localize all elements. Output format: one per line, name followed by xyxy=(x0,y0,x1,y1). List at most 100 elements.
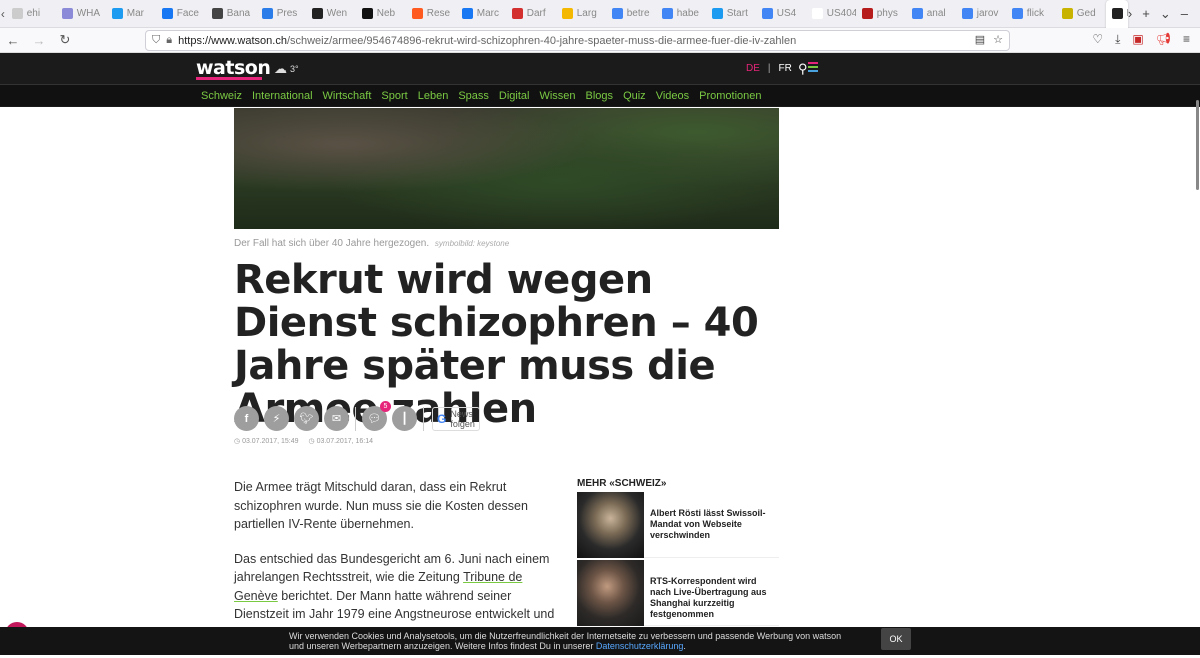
browser-tab[interactable]: phys xyxy=(856,0,906,28)
weather-widget[interactable]: ☁ 3° xyxy=(274,61,299,77)
messenger-icon: ⚡︎ xyxy=(272,413,281,425)
browser-tab[interactable]: Darf xyxy=(506,0,556,28)
browser-tab[interactable]: Ged xyxy=(1056,0,1106,28)
tab-favicon-icon xyxy=(361,8,373,19)
browser-tab[interactable]: Marc xyxy=(456,0,506,28)
related-article[interactable]: RTS-Korrespondent wird nach Live-Übertra… xyxy=(577,560,779,626)
lang-separator: | xyxy=(767,63,771,74)
tab-favicon-icon xyxy=(711,8,723,19)
browser-tab[interactable]: Neb xyxy=(356,0,406,28)
nav-item-quiz[interactable]: Quiz xyxy=(623,90,646,102)
browser-tab[interactable]: anal xyxy=(906,0,956,28)
tab-favicon-icon xyxy=(1011,8,1023,19)
browser-tab[interactable]: US404 xyxy=(806,0,856,28)
megaphone-icon[interactable]: 📢︎ xyxy=(1156,32,1171,47)
google-news-follow-button[interactable]: G News folgen xyxy=(432,406,480,431)
tab-label: Neb xyxy=(376,8,396,19)
tab-favicon-icon xyxy=(261,8,273,19)
tab-scroll-right-icon[interactable]: › xyxy=(1128,6,1132,22)
nav-item-promotionen[interactable]: Promotionen xyxy=(699,90,761,102)
tab-favicon-icon xyxy=(61,8,73,19)
messenger-share-button[interactable]: ⚡︎ xyxy=(264,406,289,431)
privacy-policy-link[interactable]: Datenschutzerklärung xyxy=(596,641,684,651)
browser-tab[interactable]: Larg xyxy=(556,0,606,28)
nav-item-videos[interactable]: Videos xyxy=(656,90,689,102)
shield-icon[interactable]: ⛉ xyxy=(152,34,160,47)
browser-tab[interactable]: Bana xyxy=(206,0,256,28)
twitter-share-button[interactable]: 🐦︎ xyxy=(294,406,319,431)
nav-item-sport[interactable]: Sport xyxy=(381,90,407,102)
forward-icon[interactable]: → xyxy=(26,33,52,48)
download-icon[interactable]: ⤓ xyxy=(1115,32,1120,47)
lang-de[interactable]: DE xyxy=(746,63,760,74)
tab-label: WHA xyxy=(76,8,101,19)
reader-view-icon[interactable]: ▤ xyxy=(975,33,985,46)
url-bar[interactable]: ⛉ 🔒︎ https://www.watson.ch/schweiz/armee… xyxy=(145,30,1010,51)
cookie-ok-button[interactable]: OK xyxy=(881,628,911,650)
tab-favicon-icon xyxy=(811,8,823,19)
page-scrollbar[interactable] xyxy=(1196,100,1199,190)
comment-count-badge: 5 xyxy=(380,401,391,412)
pocket-icon[interactable]: ♡ xyxy=(1092,32,1103,47)
tab-label: Pres xyxy=(276,8,298,19)
browser-tab[interactable]: ehi xyxy=(6,0,56,28)
browser-tab[interactable]: Face xyxy=(156,0,206,28)
nav-item-leben[interactable]: Leben xyxy=(418,90,449,102)
related-title[interactable]: RTS-Korrespondent wird nach Live-Übertra… xyxy=(650,560,779,625)
menu-icon[interactable]: ≡ xyxy=(1183,32,1190,47)
nav-item-wissen[interactable]: Wissen xyxy=(539,90,575,102)
browser-tab[interactable]: Pres xyxy=(256,0,306,28)
tab-favicon-icon xyxy=(311,8,323,19)
nav-item-schweiz[interactable]: Schweiz xyxy=(201,90,242,102)
caption-text: Der Fall hat sich über 40 Jahre hergezog… xyxy=(234,238,430,249)
watson-logo[interactable]: watson xyxy=(196,57,271,79)
browser-tab[interactable]: Start xyxy=(706,0,756,28)
facebook-share-button[interactable]: f xyxy=(234,406,259,431)
nav-item-digital[interactable]: Digital xyxy=(499,90,530,102)
tab-label: Mar xyxy=(126,8,144,19)
hamburger-menu-icon[interactable] xyxy=(808,62,818,74)
lang-fr[interactable]: FR xyxy=(779,63,792,74)
share-bar: f ⚡︎ 🐦︎ ✉ 💬︎ 5 ┃ G News folgen xyxy=(234,401,480,431)
comments-button[interactable]: 💬︎ 5 xyxy=(362,401,391,431)
back-icon[interactable]: ← xyxy=(0,33,26,48)
nav-item-spass[interactable]: Spass xyxy=(458,90,489,102)
browser-tab[interactable]: habe xyxy=(656,0,706,28)
browser-tab[interactable]: Mar xyxy=(106,0,156,28)
tab-label: Larg xyxy=(576,8,597,19)
nav-item-international[interactable]: International xyxy=(252,90,313,102)
related-thumbnail[interactable] xyxy=(577,492,644,558)
category-nav: Schweiz International Wirtschaft Sport Leben… xyxy=(0,84,1200,106)
browser-tab[interactable]: flick xyxy=(1006,0,1056,28)
search-icon[interactable]: ⚲ xyxy=(798,61,808,77)
more-button[interactable]: ┃ xyxy=(392,406,417,431)
related-article[interactable]: Albert Rösti lässt Swissoil-Mandat von W… xyxy=(577,492,779,558)
related-title[interactable]: Albert Rösti lässt Swissoil-Mandat von W… xyxy=(650,492,779,557)
browser-tab[interactable]: WHA xyxy=(56,0,106,28)
share-divider-2 xyxy=(423,406,424,431)
reload-icon[interactable]: ↻ xyxy=(52,32,78,48)
new-tab-icon[interactable]: + xyxy=(1142,6,1150,22)
browser-tab[interactable]: Wen xyxy=(306,0,356,28)
cloud-icon: ☁ xyxy=(274,61,287,76)
browser-tab[interactable]: betre xyxy=(606,0,656,28)
tab-label: US4 xyxy=(776,8,797,19)
lock-icon[interactable]: 🔒︎ xyxy=(166,34,172,47)
minimize-icon[interactable]: – xyxy=(1181,6,1188,22)
nav-item-wirtschaft[interactable]: Wirtschaft xyxy=(323,90,372,102)
tab-favicon-icon xyxy=(961,8,973,19)
related-thumbnail[interactable] xyxy=(577,560,644,626)
cookie-period: . xyxy=(683,641,686,651)
tab-active[interactable]: Re × xyxy=(1105,0,1128,28)
browser-tab[interactable]: Rese xyxy=(406,0,456,28)
tab-favicon-icon xyxy=(11,8,23,19)
bookmark-star-icon[interactable]: ☆ xyxy=(993,33,1003,46)
extension-icon[interactable]: ▣ xyxy=(1132,32,1143,47)
tab-favicon-icon xyxy=(761,8,773,19)
tab-list-icon[interactable]: ⌄ xyxy=(1160,6,1171,22)
browser-tab[interactable]: jarov xyxy=(956,0,1006,28)
more-icon: ┃ xyxy=(401,413,408,425)
email-share-button[interactable]: ✉ xyxy=(324,406,349,431)
nav-item-blogs[interactable]: Blogs xyxy=(586,90,614,102)
browser-tab[interactable]: US4 xyxy=(756,0,806,28)
